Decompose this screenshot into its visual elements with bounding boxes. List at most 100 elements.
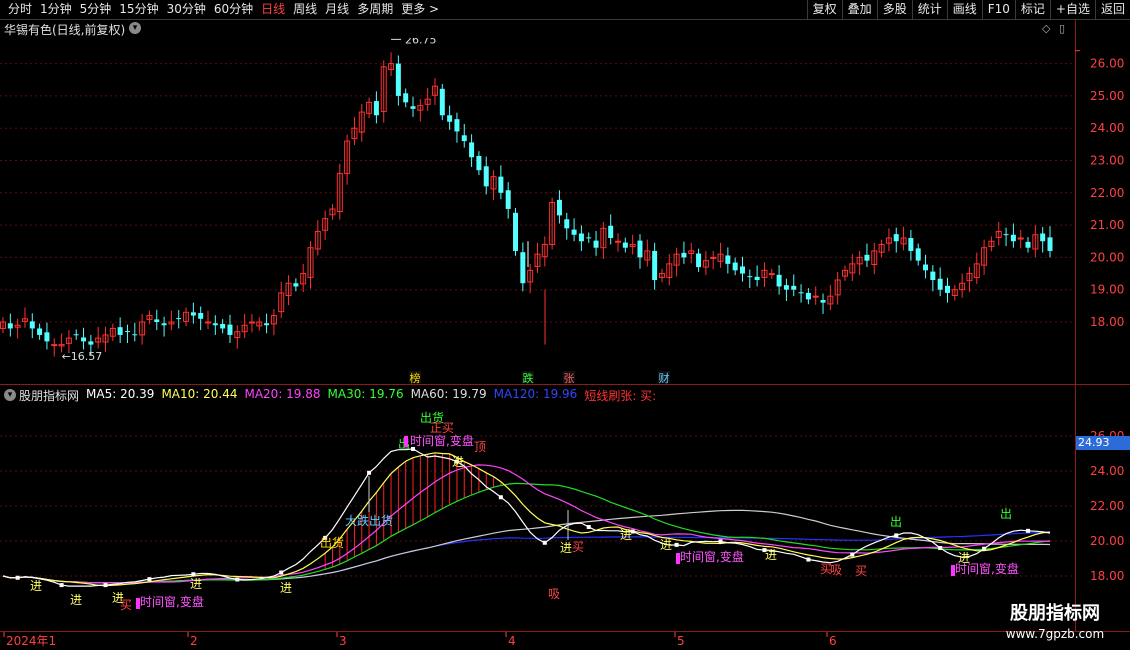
candle-body-down: [944, 285, 950, 293]
signal-label: 进: [30, 579, 42, 593]
candle-body-down: [7, 323, 13, 329]
candle-body-up: [812, 295, 819, 298]
signal-label: 进: [190, 577, 202, 591]
ma5-marker: [586, 525, 591, 529]
current-price-tag: 24.93: [1076, 436, 1130, 450]
candle-body-down: [37, 328, 43, 335]
ma5-marker: [191, 572, 196, 577]
date-label: 6: [829, 634, 837, 648]
indicator-level-label: 24.00: [1090, 464, 1124, 478]
candle-body-down: [805, 292, 811, 300]
candle-body-down: [264, 323, 270, 326]
signal-label: 进: [560, 541, 572, 555]
candle-body-up: [768, 273, 775, 276]
candle-body-down: [373, 101, 379, 116]
period-tab-3[interactable]: 15分钟: [115, 1, 162, 18]
candle-body-down: [937, 278, 943, 290]
candle-body-down: [1003, 234, 1009, 236]
candlestick-chart[interactable]: 26.00 25.00 24.00 23.00 22.00 21.00 20.00 19.00…: [0, 38, 1130, 384]
toolbar-button-5[interactable]: F10: [981, 0, 1015, 19]
indicator-level-label: 18.00: [1090, 569, 1124, 583]
candle-body-down: [29, 321, 35, 329]
candle-body-down: [44, 332, 50, 342]
candle-body-down: [696, 253, 702, 268]
candle-body-down: [483, 166, 489, 187]
candle-body-down: [732, 262, 738, 271]
ma5-marker: [367, 470, 372, 475]
diamond-icon[interactable]: ◇: [1042, 22, 1050, 35]
indicator-chart[interactable]: 26.0024.0022.0020.0018.00出货正买出出出时间窗,变盘顶大…: [0, 402, 1130, 631]
hatch-fill: [324, 452, 502, 570]
ma5-marker: [498, 495, 503, 500]
candle-body-down: [176, 318, 182, 320]
candle-body-down: [1010, 234, 1016, 242]
expand-icon[interactable]: ▯: [1059, 22, 1065, 35]
candle-body-down: [593, 240, 599, 248]
signal-label: 进: [280, 581, 292, 595]
period-tab-4[interactable]: 30分钟: [163, 1, 210, 18]
candle-body-down: [1040, 233, 1046, 242]
low-price-label: ←16.57: [62, 350, 103, 363]
toolbar-button-0[interactable]: 复权: [806, 0, 842, 19]
period-tab-0[interactable]: 分时: [4, 1, 36, 18]
time-window-marker: [676, 553, 680, 564]
indicator-dropdown-icon[interactable]: ▾: [4, 389, 16, 401]
period-tab-6[interactable]: 日线: [257, 1, 289, 18]
toolbar-button-4[interactable]: 画线: [946, 0, 982, 19]
ma5-marker: [279, 570, 284, 575]
candle-body-down: [476, 155, 482, 171]
period-tab-9[interactable]: 多周期: [353, 1, 397, 18]
candle-body-down: [1047, 237, 1053, 251]
toolbar-button-7[interactable]: +自选: [1049, 0, 1095, 19]
candle-body-down: [220, 323, 226, 329]
price-level-label: 19.00: [1090, 283, 1124, 297]
toolbar-button-1[interactable]: 叠加: [841, 0, 877, 19]
candle-body-down: [454, 119, 460, 132]
toolbar-button-8[interactable]: 返回: [1094, 0, 1130, 19]
candle-body-down: [571, 229, 577, 235]
signal-label: 买: [120, 598, 132, 612]
period-tab-5[interactable]: 60分钟: [210, 1, 257, 18]
signal-label: 进: [660, 538, 672, 552]
candle-body-down: [791, 285, 797, 290]
candle-body-down: [930, 271, 936, 281]
signal-label: 出货: [320, 535, 344, 550]
signal-label: 出: [890, 515, 902, 529]
candle-body-down: [513, 212, 519, 251]
price-level-label: 20.00: [1090, 250, 1124, 264]
signal-label: 进: [70, 593, 82, 607]
time-window-marker: [951, 565, 955, 576]
candle-body-down: [820, 300, 826, 303]
period-tab-8[interactable]: 月线: [321, 1, 353, 18]
toolbar-button-2[interactable]: 多股: [876, 0, 912, 19]
period-tab-1[interactable]: 1分钟: [36, 1, 76, 18]
ma5-markers: [15, 446, 1031, 588]
candle-body-down: [410, 106, 416, 109]
high-price-label: 26.75: [405, 38, 437, 46]
candle-body-down: [198, 312, 204, 319]
candle-body-down: [447, 115, 453, 122]
toolbar-button-3[interactable]: 统计: [911, 0, 947, 19]
period-tab-10[interactable]: 更多 >: [397, 1, 443, 18]
toolbar-button-6[interactable]: 标记: [1014, 0, 1050, 19]
price-level-label: 18.00: [1090, 315, 1124, 329]
candle-body-down: [864, 254, 870, 261]
event-tag: 财: [659, 371, 670, 384]
ma5-marker: [147, 577, 152, 582]
title-dropdown-icon[interactable]: ▾: [129, 22, 141, 34]
ma5-marker: [542, 540, 547, 545]
time-window-marker: [404, 436, 408, 447]
ma120-line: [2, 531, 1051, 584]
candle-body-down: [403, 93, 409, 103]
date-label: 5: [677, 634, 685, 648]
ma5-marker: [674, 542, 679, 547]
period-tab-7[interactable]: 周线: [289, 1, 321, 18]
time-window-marker: [136, 598, 140, 609]
candle-body-up: [205, 321, 212, 324]
date-label: 4: [508, 634, 516, 648]
candle-body-down: [681, 252, 687, 258]
period-tab-2[interactable]: 5分钟: [76, 1, 116, 18]
candle-body-down: [190, 312, 196, 316]
candle-body-down: [227, 324, 233, 335]
ma5-marker: [1026, 528, 1031, 533]
